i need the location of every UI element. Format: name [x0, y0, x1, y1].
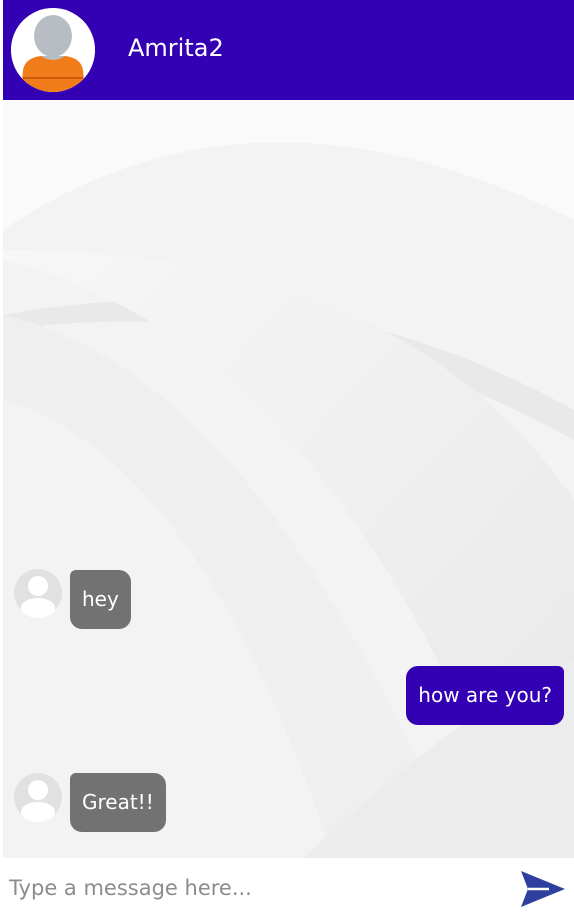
message-composer: [3, 858, 574, 918]
send-button[interactable]: [519, 868, 567, 910]
message-input[interactable]: [9, 868, 499, 908]
bottom-edge: [0, 918, 574, 924]
user-avatar-icon: [11, 8, 95, 92]
send-icon: [521, 871, 565, 907]
chat-header: Amrita2: [3, 0, 574, 100]
wallpaper: [3, 100, 574, 858]
chat-background: hey how are you? Great!!: [3, 100, 574, 858]
contact-name[interactable]: Amrita2: [128, 30, 224, 66]
chat-screen: Amrita2 hey how are you? Great!! Type a …: [3, 0, 574, 924]
message-bubble-incoming: hey: [70, 570, 131, 629]
message-bubble-outgoing: how are you?: [406, 666, 564, 725]
contact-avatar[interactable]: [11, 8, 95, 92]
user-placeholder-icon: [14, 569, 62, 618]
sender-avatar: [13, 772, 63, 822]
sender-avatar: [13, 568, 63, 618]
user-placeholder-icon: [14, 773, 62, 822]
message-bubble-incoming: Great!!: [70, 773, 166, 832]
